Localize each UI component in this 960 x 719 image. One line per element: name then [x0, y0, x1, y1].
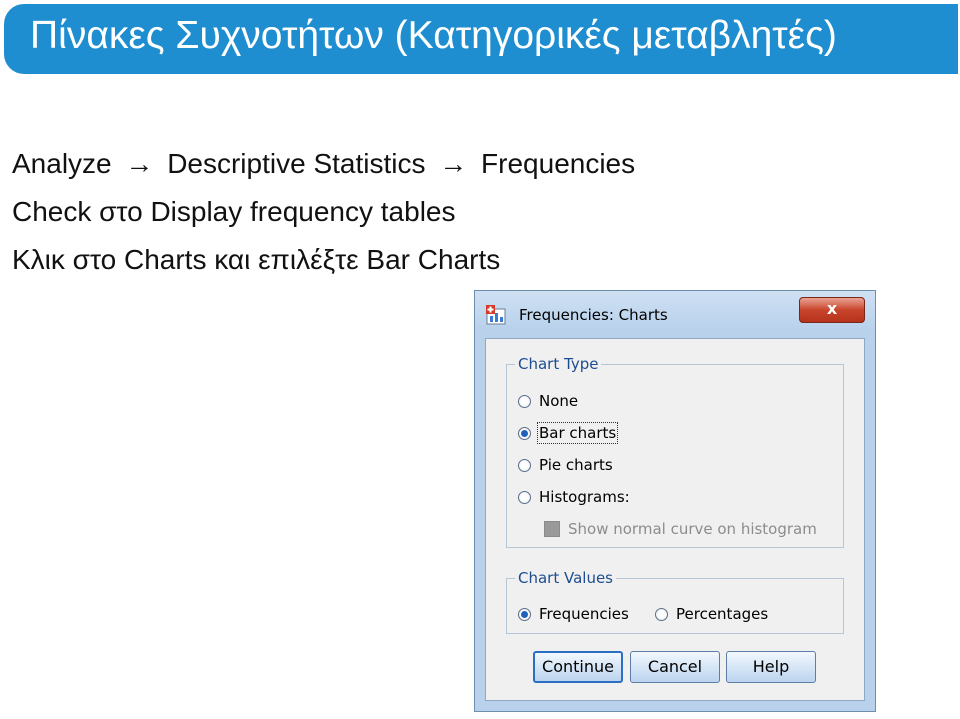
normal-curve-checkbox-box[interactable]: [544, 521, 560, 537]
radio-histograms-indicator[interactable]: [518, 490, 531, 504]
continue-button[interactable]: Continue: [533, 651, 623, 683]
radio-bar-charts-label: Bar charts: [536, 422, 619, 444]
instruction-line-1: Analyze → Descriptive Statistics → Frequ…: [12, 140, 635, 188]
close-button[interactable]: x: [799, 297, 865, 323]
menu-descriptive-statistics: Descriptive Statistics: [167, 148, 426, 179]
radio-frequencies-indicator[interactable]: [518, 607, 531, 621]
radio-histograms[interactable]: Histograms:: [518, 488, 630, 506]
radio-none[interactable]: None: [518, 392, 578, 410]
show-normal-curve-checkbox[interactable]: Show normal curve on histogram: [544, 520, 817, 538]
instruction-line-2: Check στο Display frequency tables: [12, 196, 456, 227]
arrow-icon: →: [125, 148, 154, 179]
cancel-button[interactable]: Cancel: [630, 651, 720, 683]
radio-frequencies[interactable]: Frequencies: [518, 605, 629, 623]
radio-percentages[interactable]: Percentages: [655, 605, 768, 623]
instruction-line-3: Κλικ στο Charts και επιλέξτε Bar Charts: [12, 244, 501, 275]
radio-bar-charts-indicator[interactable]: [518, 426, 531, 440]
radio-bar-charts[interactable]: Bar charts: [518, 422, 619, 444]
normal-curve-label: Show normal curve on histogram: [568, 520, 817, 538]
menu-frequencies: Frequencies: [481, 148, 636, 179]
help-button[interactable]: Help: [726, 651, 816, 683]
radio-none-label: None: [539, 392, 579, 410]
radio-percentages-indicator[interactable]: [655, 607, 668, 621]
instruction-list: Analyze → Descriptive Statistics → Frequ…: [12, 140, 635, 284]
chart-values-legend: Chart Values: [515, 569, 616, 587]
radio-pie-charts-label: Pie charts: [539, 456, 613, 474]
radio-frequencies-label: Frequencies: [539, 605, 629, 623]
slide-title-bar: Πίνακες Συχνοτήτων (Κατηγορικές μεταβλητ…: [4, 4, 958, 74]
chart-type-legend: Chart Type: [515, 355, 602, 373]
radio-percentages-label: Percentages: [676, 605, 769, 623]
arrow-icon: →: [439, 148, 468, 179]
close-icon: x: [826, 299, 838, 318]
spss-dialog-icon: [486, 305, 506, 325]
slide-title: Πίνακες Συχνοτήτων (Κατηγορικές μεταβλητ…: [30, 14, 837, 57]
radio-histograms-label: Histograms:: [539, 488, 630, 506]
radio-none-indicator[interactable]: [518, 394, 531, 408]
menu-analyze: Analyze: [12, 148, 112, 179]
radio-pie-charts-indicator[interactable]: [518, 458, 531, 472]
dialog-title: Frequencies: Charts: [519, 306, 668, 324]
dialog-title-bar[interactable]: Frequencies: Charts x: [475, 291, 875, 331]
radio-pie-charts[interactable]: Pie charts: [518, 456, 613, 474]
